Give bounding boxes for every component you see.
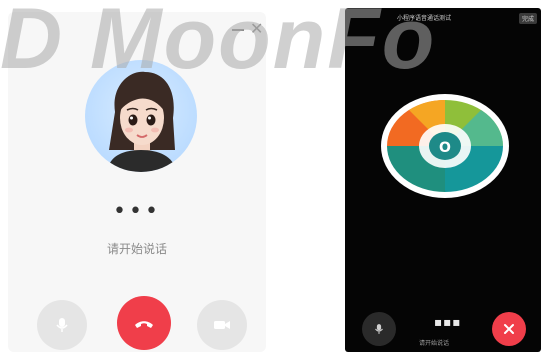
hang-up-button[interactable] <box>117 296 171 350</box>
phone-screen: 小程序语音通话测试 完成 O ▪▪▪ 请开始说话 <box>345 8 541 352</box>
phone-top-button[interactable]: 完成 <box>519 13 538 24</box>
phone-status-text: 请开始说话 <box>419 340 450 347</box>
microphone-icon <box>375 324 383 334</box>
close-icon[interactable]: ✕ <box>250 20 263 38</box>
connecting-dots: ••• <box>113 199 161 224</box>
phone-mute-button[interactable] <box>362 312 396 346</box>
mute-button[interactable] <box>37 300 87 350</box>
avatar <box>85 60 197 172</box>
hang-up-icon <box>135 321 153 328</box>
phone-top-bar: 小程序语音通话测试 完成 <box>345 8 541 28</box>
phone-connecting-dots: ▪▪▪ <box>434 315 462 329</box>
avatar-illustration <box>107 71 177 172</box>
close-icon <box>504 324 514 334</box>
phone-hang-up-button[interactable] <box>492 312 526 346</box>
video-button[interactable] <box>197 300 247 350</box>
minimize-icon[interactable] <box>232 29 244 31</box>
logo-icon: O <box>381 94 509 198</box>
phone-title: 小程序语音通话测试 <box>397 15 452 22</box>
call-status-text: 请开始说话 <box>106 242 167 256</box>
microphone-icon <box>56 318 68 332</box>
app-logo: O <box>379 92 511 200</box>
video-icon <box>214 321 230 329</box>
logo-letter: O <box>439 140 451 156</box>
